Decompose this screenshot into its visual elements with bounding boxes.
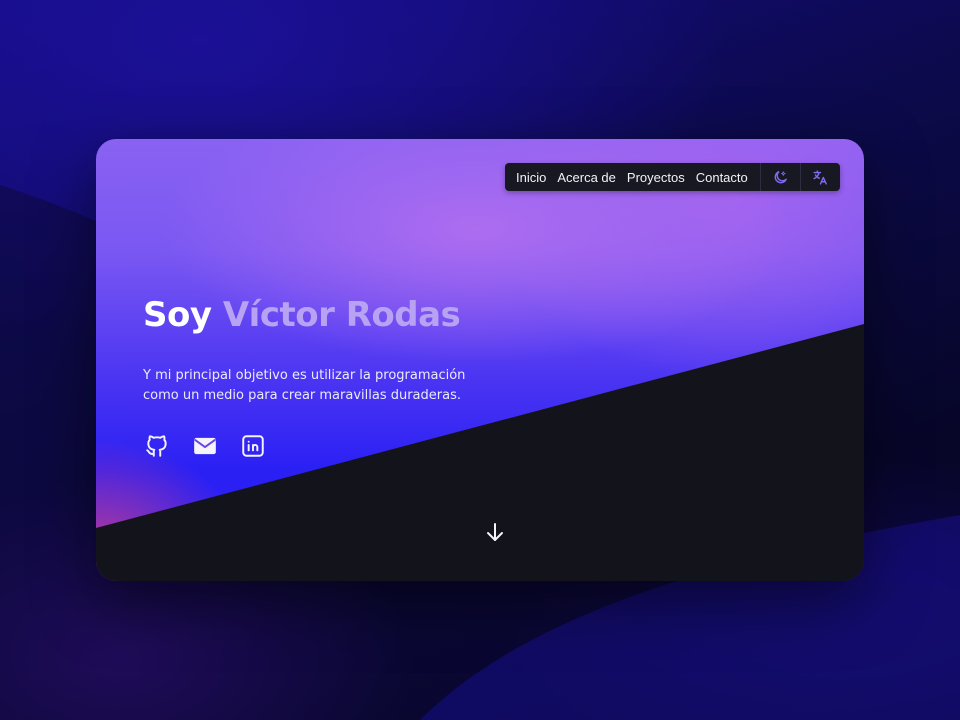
github-icon — [146, 435, 167, 457]
translate-icon — [813, 169, 827, 185]
hero-card: Inicio Acerca de Proyectos Contacto Soy … — [96, 139, 864, 581]
nav-link-inicio[interactable]: Inicio — [516, 170, 546, 185]
social-links — [143, 432, 267, 460]
hero-title-prefix: Soy — [143, 295, 212, 335]
top-navigation: Inicio Acerca de Proyectos Contacto — [505, 163, 840, 191]
hero-title: Soy Víctor Rodas — [143, 295, 461, 335]
hero-title-name: Víctor Rodas — [222, 295, 461, 335]
hero-description: Y mi principal objetivo es utilizar la p… — [143, 368, 466, 403]
dark-section — [96, 324, 864, 581]
linkedin-icon — [242, 435, 264, 457]
scroll-down-button[interactable] — [481, 518, 509, 546]
theme-toggle-button[interactable] — [761, 163, 800, 191]
email-link[interactable] — [191, 432, 219, 460]
arrow-down-icon — [487, 523, 503, 541]
language-toggle-button[interactable] — [801, 163, 840, 191]
moon-icon — [774, 170, 787, 183]
nav-link-acerca-de[interactable]: Acerca de — [557, 170, 616, 185]
nav-link-contacto[interactable]: Contacto — [696, 170, 748, 185]
nav-link-proyectos[interactable]: Proyectos — [627, 170, 685, 185]
linkedin-link[interactable] — [239, 432, 267, 460]
nav-links: Inicio Acerca de Proyectos Contacto — [505, 163, 748, 191]
mail-icon — [194, 437, 216, 455]
github-link[interactable] — [143, 432, 171, 460]
